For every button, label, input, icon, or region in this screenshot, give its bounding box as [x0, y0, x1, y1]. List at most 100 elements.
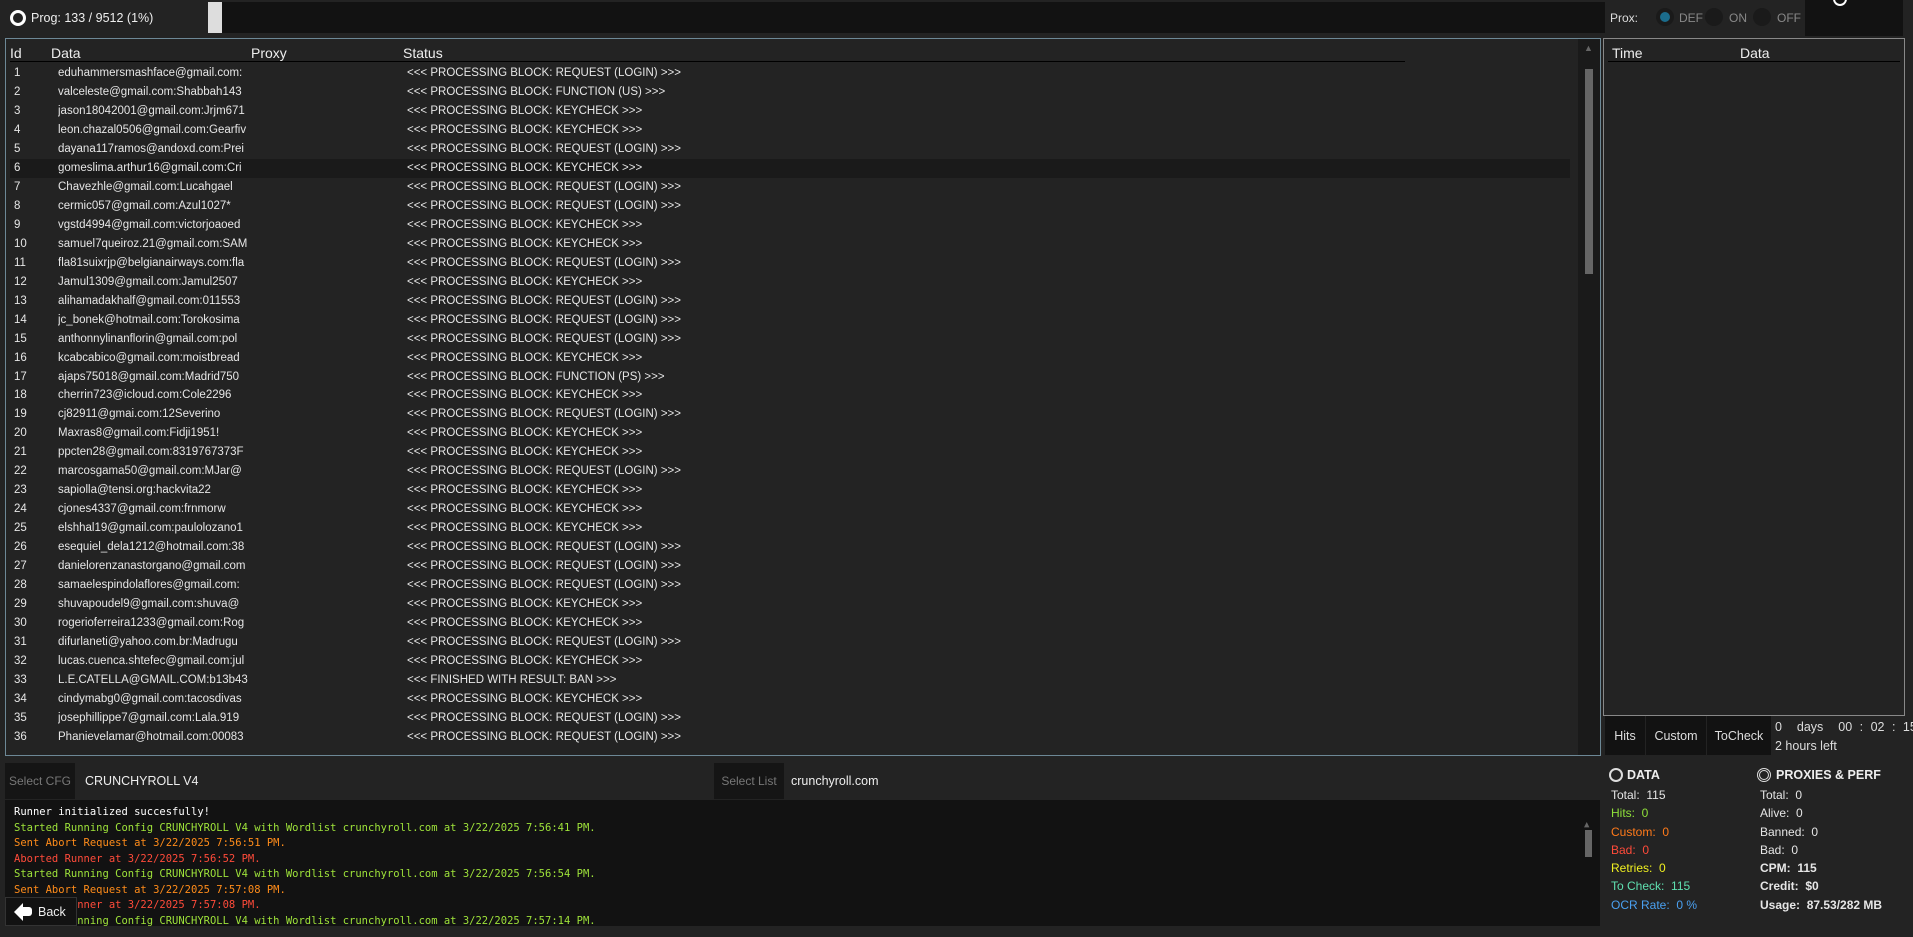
cell-id: 26 — [14, 541, 27, 554]
cell-data: ppcten28@gmail.com:8319767373F — [58, 446, 244, 459]
back-button[interactable]: Back — [5, 897, 77, 926]
table-row[interactable]: 30 rogerioferreira1233@gmail.com:Rog <<< P… — [10, 614, 1570, 633]
table-scrollbar[interactable]: ▲ — [1578, 39, 1600, 755]
cell-data: leon.chazal0506@gmail.com:Gearfiv — [58, 123, 247, 136]
table-row[interactable]: 9 vgstd4994@gmail.com:victorjoaoed <<< PRO… — [10, 216, 1570, 235]
scroll-thumb[interactable] — [1585, 830, 1592, 857]
proxy-def-radio[interactable] — [1656, 8, 1674, 26]
log-line: Sent Abort Request at 3/22/2025 7:56:51 … — [14, 837, 286, 849]
tocheck-tab[interactable]: ToCheck — [1707, 716, 1771, 755]
table-row[interactable]: 32 lucas.cuenca.shtefec@gmail.com:jul <<< … — [10, 652, 1570, 671]
column-header-id[interactable]: Id — [10, 45, 22, 61]
table-row[interactable]: 36 Phanievelamar@hotmail.com:00083 <<< PRO… — [10, 728, 1570, 747]
stat-label: Bad: — [1760, 842, 1785, 857]
table-row[interactable]: 13 alihamadakhalf@gmail.com:011553 <<< PRO… — [10, 292, 1570, 311]
cell-id: 19 — [14, 408, 27, 421]
table-row[interactable]: 8 cermic057@gmail.com:Azul1027* <<< PROCES… — [10, 197, 1570, 216]
table-row[interactable]: 1 eduhammersmashface@gmail.com: <<< PROCES… — [10, 64, 1570, 83]
cell-status: <<< PROCESSING BLOCK: KEYCHECK >>> — [407, 104, 643, 117]
cell-id: 2 — [14, 85, 21, 98]
scroll-thumb[interactable] — [1585, 69, 1593, 274]
table-row[interactable]: 10 samuel7queiroz.21@gmail.com:SAM <<< PRO… — [10, 235, 1570, 254]
cell-data: anthonnylinanflorin@gmail.com:pol — [58, 332, 238, 345]
select-cfg-button[interactable]: Select CFG — [5, 763, 75, 799]
table-row[interactable]: 15 anthonnylinanflorin@gmail.com:pol <<< P… — [10, 330, 1570, 349]
proxy-on-radio[interactable] — [1705, 8, 1723, 26]
table-row[interactable]: 29 shuvapoudel9@gmail.com:shuva@ <<< PROCE… — [10, 595, 1570, 614]
data-stats-title: DATA — [1627, 768, 1660, 782]
table-row[interactable]: 21 ppcten28@gmail.com:8319767373F <<< PROC… — [10, 443, 1570, 462]
table-row[interactable]: 35 josephillippe7@gmail.com:Lala.919 <<< P… — [10, 709, 1570, 728]
hits-tab[interactable]: Hits — [1605, 716, 1645, 755]
table-row[interactable]: 5 dayana117ramos@andoxd.com:Prei <<< PROCE… — [10, 140, 1570, 159]
cell-id: 25 — [14, 522, 27, 535]
cell-status: <<< PROCESSING BLOCK: FUNCTION (US) >>> — [407, 85, 666, 98]
cell-data: esequiel_dela1212@hotmail.com:38 — [58, 541, 245, 554]
table-row[interactable]: 2 valceleste@gmail.com:Shabbah143 <<< PROC… — [10, 83, 1570, 102]
cell-id: 31 — [14, 636, 27, 649]
table-row[interactable]: 20 Maxras8@gmail.com:Fidji1951! <<< PROCES… — [10, 424, 1570, 443]
cell-status: <<< PROCESSING BLOCK: REQUEST (LOGIN) >>… — [407, 636, 681, 649]
cell-id: 9 — [14, 218, 21, 231]
table-row[interactable]: 11 fla81suixrjp@belgianairways.com:fla <<<… — [10, 254, 1570, 273]
table-row[interactable]: 22 marcosgama50@gmail.com:MJar@ <<< PROCES… — [10, 462, 1570, 481]
cell-data: josephillippe7@gmail.com:Lala.919 — [58, 711, 240, 724]
column-header-proxy[interactable]: Proxy — [251, 45, 287, 61]
stat-value: $0 — [1805, 879, 1819, 894]
table-row[interactable]: 16 kcabcabico@gmail.com:moistbread <<< PRO… — [10, 349, 1570, 368]
cell-status: <<< PROCESSING BLOCK: KEYCHECK >>> — [407, 617, 643, 630]
stat-value: 0 — [1795, 788, 1803, 802]
table-row[interactable]: 14 jc_bonek@hotmail.com:Torokosima <<< PRO… — [10, 311, 1570, 330]
proxy-mode-label: Prox: — [1610, 11, 1639, 25]
table-row[interactable]: 28 samaelespindolaflores@gmail.com: <<< PR… — [10, 576, 1570, 595]
log-line: Started Running Config CRUNCHYROLL V4 wi… — [14, 914, 596, 927]
cell-id: 10 — [14, 237, 27, 250]
proxy-off-radio[interactable] — [1753, 8, 1771, 26]
stat-value: 0 — [1642, 842, 1650, 857]
cell-data: cermic057@gmail.com:Azul1027* — [58, 199, 231, 212]
stat-value: 0 — [1641, 806, 1649, 821]
custom-tab[interactable]: Custom — [1646, 716, 1706, 755]
cfg-value: CRUNCHYROLL V4 — [85, 774, 199, 788]
log-line: Aborted Runner at 3/22/2025 7:57:08 PM. — [14, 899, 261, 911]
progress-ring-icon — [10, 10, 26, 26]
proxy-stats-title: PROXIES & PERF — [1776, 768, 1881, 782]
cell-status: <<< PROCESSING BLOCK: REQUEST (LOGIN) >>… — [407, 560, 681, 573]
table-row[interactable]: 17 ajaps75018@gmail.com:Madrid750 <<< PROC… — [10, 368, 1570, 387]
table-row[interactable]: 23 sapiolla@tensi.org:hackvita22 <<< PROCE… — [10, 481, 1570, 500]
table-row[interactable]: 3 jason18042001@gmail.com:Jrjm671 <<< PROC… — [10, 102, 1570, 121]
stat-label: CPM: — [1760, 861, 1791, 876]
table-row[interactable]: 31 difurlaneti@yahoo.com.br:Madrugu <<< PR… — [10, 633, 1570, 652]
cell-status: <<< PROCESSING BLOCK: REQUEST (LOGIN) >>… — [407, 313, 681, 326]
cell-id: 23 — [14, 484, 27, 497]
cell-id: 18 — [14, 389, 27, 402]
start-stop-button[interactable] — [1805, 0, 1903, 36]
column-header-data[interactable]: Data — [51, 45, 81, 61]
table-row[interactable]: 4 leon.chazal0506@gmail.com:Gearfiv <<< PR… — [10, 121, 1570, 140]
table-row[interactable]: 19 cj82911@gmai.com:12Severino <<< PROCESS… — [10, 405, 1570, 424]
table-row[interactable]: 6 gomeslima.arthur16@gmail.com:Cri <<< PRO… — [10, 158, 1570, 178]
column-header-status[interactable]: Status — [403, 45, 443, 61]
table-row[interactable]: 27 danielorenzanastorgano@gmail.com <<< PR… — [10, 557, 1570, 576]
table-row[interactable]: 26 esequiel_dela1212@hotmail.com:38 <<< PR… — [10, 538, 1570, 557]
table-row[interactable]: 7 Chavezhle@gmail.com:Lucahgael <<< PROCES… — [10, 178, 1570, 197]
select-list-button[interactable]: Select List — [714, 763, 784, 799]
cell-data: difurlaneti@yahoo.com.br:Madrugu — [58, 636, 238, 649]
table-row[interactable]: 24 cjones4337@gmail.com:frnmorw <<< PROCES… — [10, 500, 1570, 519]
scroll-up-icon[interactable]: ▲ — [1584, 43, 1593, 53]
cell-id: 1 — [14, 67, 21, 79]
cell-data: danielorenzanastorgano@gmail.com — [58, 560, 246, 573]
table-row[interactable]: 18 cherrin723@icloud.com:Cole2296 <<< PROC… — [10, 386, 1570, 405]
stat-label: Banned: — [1760, 824, 1805, 839]
cell-data: Maxras8@gmail.com:Fidji1951! — [58, 427, 220, 440]
stat-value: 0 % — [1676, 897, 1698, 912]
cell-status: <<< PROCESSING BLOCK: KEYCHECK >>> — [407, 389, 643, 402]
table-row[interactable]: 33 L.E.CATELLA@GMAIL.COM:b13b43d <<< FINIS… — [10, 671, 1570, 690]
table-row[interactable]: 12 Jamul1309@gmail.com:Jamul2507 <<< PROCE… — [10, 273, 1570, 292]
hits-header-data: Data — [1740, 45, 1770, 61]
cell-id: 16 — [14, 351, 27, 364]
cell-status: <<< PROCESSING BLOCK: KEYCHECK >>> — [407, 693, 643, 705]
table-row[interactable]: 25 elshhal19@gmail.com:paulolozano1 <<< PR… — [10, 519, 1570, 538]
log-scrollbar[interactable]: ▲ — [1578, 800, 1600, 926]
table-row[interactable]: 34 cindymabg0@gmail.com:tacosdivas <<< PRO… — [10, 690, 1570, 709]
